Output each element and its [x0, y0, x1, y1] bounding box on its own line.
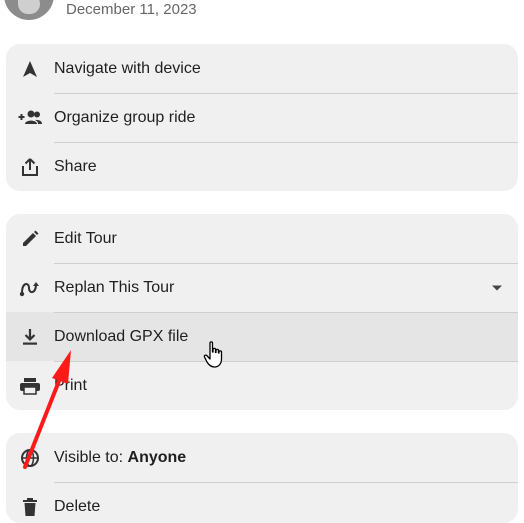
hand-cursor-icon [203, 341, 223, 368]
visibility-item[interactable]: Visible to: Anyone [6, 433, 518, 482]
replan-tour-label: Replan This Tour [54, 278, 175, 296]
organize-group-ride-item[interactable]: Organize group ride [6, 93, 518, 142]
delete-item[interactable]: Delete [6, 482, 518, 523]
replan-tour-item[interactable]: Replan This Tour [6, 263, 518, 312]
organize-group-ride-label: Organize group ride [54, 108, 196, 126]
chevron-down-icon[interactable] [492, 285, 502, 290]
printer-icon [18, 374, 42, 398]
actions-card-3: Visible to: Anyone Delete [6, 433, 518, 523]
actions-card-1: Navigate with device Organize group ride… [6, 44, 518, 191]
share-item[interactable]: Share [6, 142, 518, 191]
visibility-value: Anyone [127, 448, 187, 466]
navigation-arrow-icon [18, 57, 42, 81]
avatar[interactable] [4, 0, 54, 20]
print-label: Print [54, 376, 87, 394]
pencil-icon [18, 227, 42, 251]
navigate-with-device-label: Navigate with device [54, 59, 201, 77]
navigate-with-device-item[interactable]: Navigate with device [6, 44, 518, 93]
share-label: Share [54, 157, 97, 175]
share-icon [18, 155, 42, 179]
print-item[interactable]: Print [6, 361, 518, 410]
visibility-prefix: Visible to: [54, 448, 128, 466]
actions-card-2: Edit Tour Replan This Tour Download GPX … [6, 214, 518, 410]
edit-tour-label: Edit Tour [54, 229, 117, 247]
tour-date: December 11, 2023 [66, 1, 197, 18]
globe-icon [18, 446, 42, 470]
group-add-icon [18, 106, 42, 130]
download-gpx-label: Download GPX file [54, 327, 189, 345]
visibility-label: Visible to: Anyone [54, 449, 186, 467]
route-icon [18, 276, 42, 300]
download-gpx-item[interactable]: Download GPX file [6, 312, 518, 361]
download-icon [18, 325, 42, 349]
edit-tour-item[interactable]: Edit Tour [6, 214, 518, 263]
